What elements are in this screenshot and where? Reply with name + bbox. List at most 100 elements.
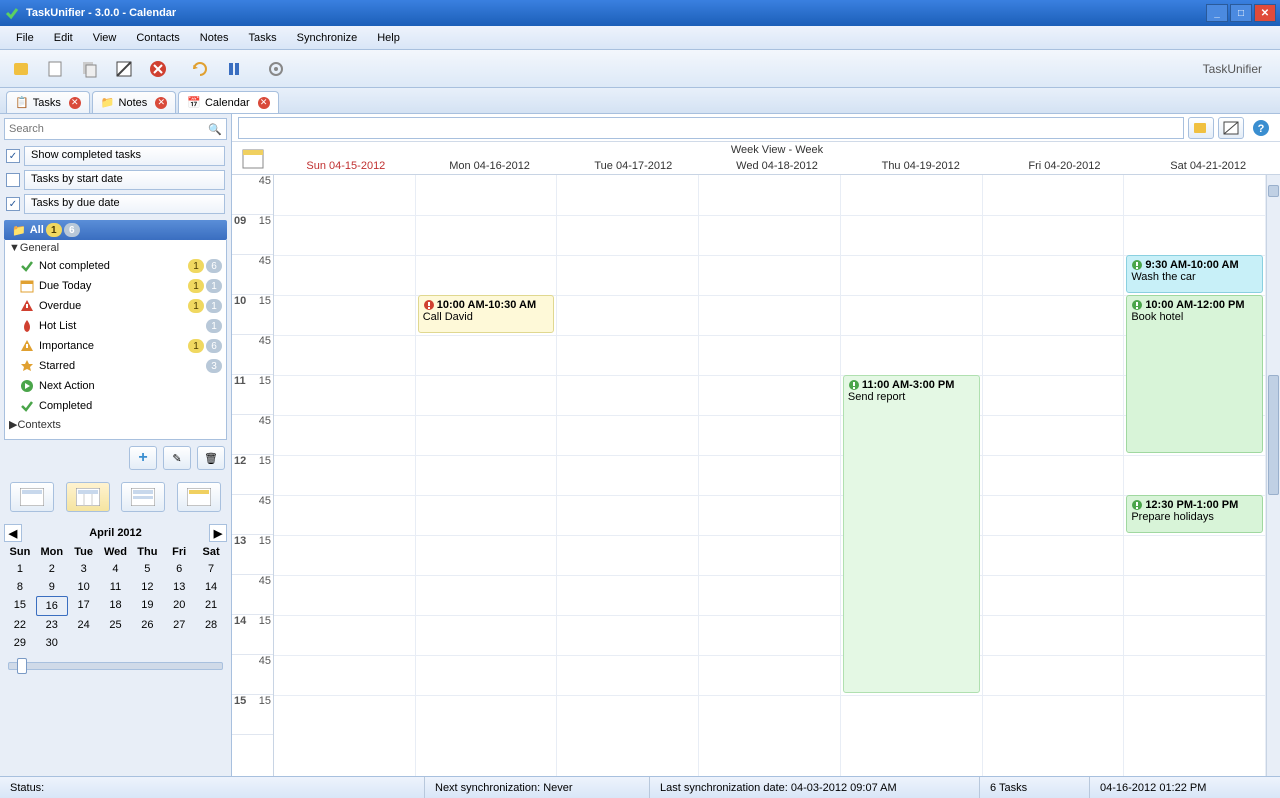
- minical-day[interactable]: 16: [36, 596, 68, 616]
- minical-day[interactable]: 28: [195, 616, 227, 634]
- day-header[interactable]: Tue 04-17-2012: [561, 158, 705, 174]
- minical-day[interactable]: 22: [4, 616, 36, 634]
- minical-day[interactable]: 19: [131, 596, 163, 616]
- tree-item[interactable]: Completed: [5, 396, 226, 416]
- minical-day[interactable]: 15: [4, 596, 36, 616]
- view-workweek-button[interactable]: [121, 482, 165, 512]
- edit-button[interactable]: [110, 55, 138, 83]
- tree-item[interactable]: Hot List1: [5, 316, 226, 336]
- calendar-event[interactable]: 10:00 AM-12:00 PMBook hotel: [1126, 295, 1263, 453]
- new-note-button[interactable]: [42, 55, 70, 83]
- minical-day[interactable]: 26: [131, 616, 163, 634]
- minical-day[interactable]: 24: [68, 616, 100, 634]
- day-header[interactable]: Mon 04-16-2012: [418, 158, 562, 174]
- tree-item[interactable]: Importance16: [5, 336, 226, 356]
- quick-add-input[interactable]: [238, 117, 1184, 139]
- minical-day[interactable]: 8: [4, 578, 36, 596]
- day-header[interactable]: Thu 04-19-2012: [849, 158, 993, 174]
- tab-tasks[interactable]: 📋Tasks✕: [6, 91, 90, 113]
- day-header[interactable]: Sat 04-21-2012: [1136, 158, 1280, 174]
- menu-tasks[interactable]: Tasks: [239, 29, 287, 47]
- minical-day[interactable]: 20: [163, 596, 195, 616]
- filter-label[interactable]: Show completed tasks: [24, 146, 225, 166]
- minical-day[interactable]: 29: [4, 634, 36, 652]
- minical-day[interactable]: 13: [163, 578, 195, 596]
- tree-item[interactable]: Due Today11: [5, 276, 226, 296]
- pause-button[interactable]: [220, 55, 248, 83]
- day-column[interactable]: [699, 175, 841, 776]
- next-month-button[interactable]: ▶: [209, 524, 227, 542]
- calendar-scrollbar[interactable]: [1266, 175, 1280, 776]
- minimize-button[interactable]: _: [1206, 4, 1228, 22]
- minical-day[interactable]: 25: [100, 616, 132, 634]
- toggle-pane-button[interactable]: [1218, 117, 1244, 139]
- menu-contacts[interactable]: Contacts: [126, 29, 189, 47]
- tab-calendar[interactable]: 📅Calendar✕: [178, 91, 278, 113]
- tree-category-general[interactable]: ▼ General: [5, 240, 226, 256]
- minical-day[interactable]: 14: [195, 578, 227, 596]
- delete-button[interactable]: [144, 55, 172, 83]
- minical-day[interactable]: 3: [68, 560, 100, 578]
- day-column[interactable]: [274, 175, 416, 776]
- minical-day[interactable]: 18: [100, 596, 132, 616]
- menu-file[interactable]: File: [6, 29, 44, 47]
- filter-checkbox[interactable]: ✓: [6, 149, 20, 163]
- tab-close-icon[interactable]: ✕: [155, 97, 167, 109]
- minical-day[interactable]: 1: [4, 560, 36, 578]
- minical-day[interactable]: 6: [163, 560, 195, 578]
- menu-notes[interactable]: Notes: [190, 29, 239, 47]
- filter-label[interactable]: Tasks by due date: [24, 194, 225, 214]
- tree-item[interactable]: Next Action: [5, 376, 226, 396]
- minical-day[interactable]: 27: [163, 616, 195, 634]
- minical-day[interactable]: 17: [68, 596, 100, 616]
- calendar-event[interactable]: 9:30 AM-10:00 AMWash the car: [1126, 255, 1263, 293]
- tree-item[interactable]: Starred3: [5, 356, 226, 376]
- minical-day[interactable]: 30: [36, 634, 68, 652]
- calendar-event[interactable]: 12:30 PM-1:00 PMPrepare holidays: [1126, 495, 1263, 533]
- prev-month-button[interactable]: ◀: [4, 524, 22, 542]
- tree-item[interactable]: Overdue11: [5, 296, 226, 316]
- help-button[interactable]: ?: [1248, 117, 1274, 139]
- minical-day[interactable]: 7: [195, 560, 227, 578]
- menu-view[interactable]: View: [83, 29, 127, 47]
- minical-day[interactable]: 23: [36, 616, 68, 634]
- minical-day[interactable]: 5: [131, 560, 163, 578]
- view-month-button[interactable]: [177, 482, 221, 512]
- minical-day[interactable]: 4: [100, 560, 132, 578]
- day-header[interactable]: Wed 04-18-2012: [705, 158, 849, 174]
- tree-item[interactable]: Not completed16: [5, 256, 226, 276]
- tab-close-icon[interactable]: ✕: [258, 97, 270, 109]
- tree-category-contexts[interactable]: ▶ Contexts: [5, 416, 226, 433]
- minical-day[interactable]: 9: [36, 578, 68, 596]
- filter-checkbox[interactable]: ✓: [6, 197, 20, 211]
- minical-day[interactable]: 10: [68, 578, 100, 596]
- calendar-event[interactable]: 11:00 AM-3:00 PMSend report: [843, 375, 980, 693]
- minical-day[interactable]: 2: [36, 560, 68, 578]
- settings-button[interactable]: [262, 55, 290, 83]
- day-column[interactable]: 11:00 AM-3:00 PMSend report: [841, 175, 983, 776]
- maximize-button[interactable]: □: [1230, 4, 1252, 22]
- search-field[interactable]: [9, 123, 208, 135]
- menu-synchronize[interactable]: Synchronize: [287, 29, 368, 47]
- copy-button[interactable]: [76, 55, 104, 83]
- filter-checkbox[interactable]: [6, 173, 20, 187]
- delete-filter-button[interactable]: 🗑: [197, 446, 225, 470]
- sync-button[interactable]: [186, 55, 214, 83]
- tree-all[interactable]: 📁 All 1 6: [4, 220, 227, 240]
- calendar-event[interactable]: 10:00 AM-10:30 AMCall David: [418, 295, 555, 333]
- view-week-button[interactable]: [66, 482, 110, 512]
- day-header[interactable]: Sun 04-15-2012: [274, 158, 418, 174]
- quick-add-button[interactable]: [1188, 117, 1214, 139]
- add-filter-button[interactable]: +: [129, 446, 157, 470]
- menu-help[interactable]: Help: [367, 29, 410, 47]
- day-column[interactable]: [557, 175, 699, 776]
- day-column[interactable]: [983, 175, 1125, 776]
- day-header[interactable]: Fri 04-20-2012: [993, 158, 1137, 174]
- day-column[interactable]: 9:30 AM-10:00 AMWash the car10:00 AM-12:…: [1124, 175, 1266, 776]
- close-button[interactable]: ✕: [1254, 4, 1276, 22]
- tab-close-icon[interactable]: ✕: [69, 97, 81, 109]
- search-input[interactable]: 🔍: [4, 118, 227, 140]
- tab-notes[interactable]: 📁Notes✕: [92, 91, 176, 113]
- day-column[interactable]: 10:00 AM-10:30 AMCall David: [416, 175, 558, 776]
- zoom-slider[interactable]: [8, 662, 223, 670]
